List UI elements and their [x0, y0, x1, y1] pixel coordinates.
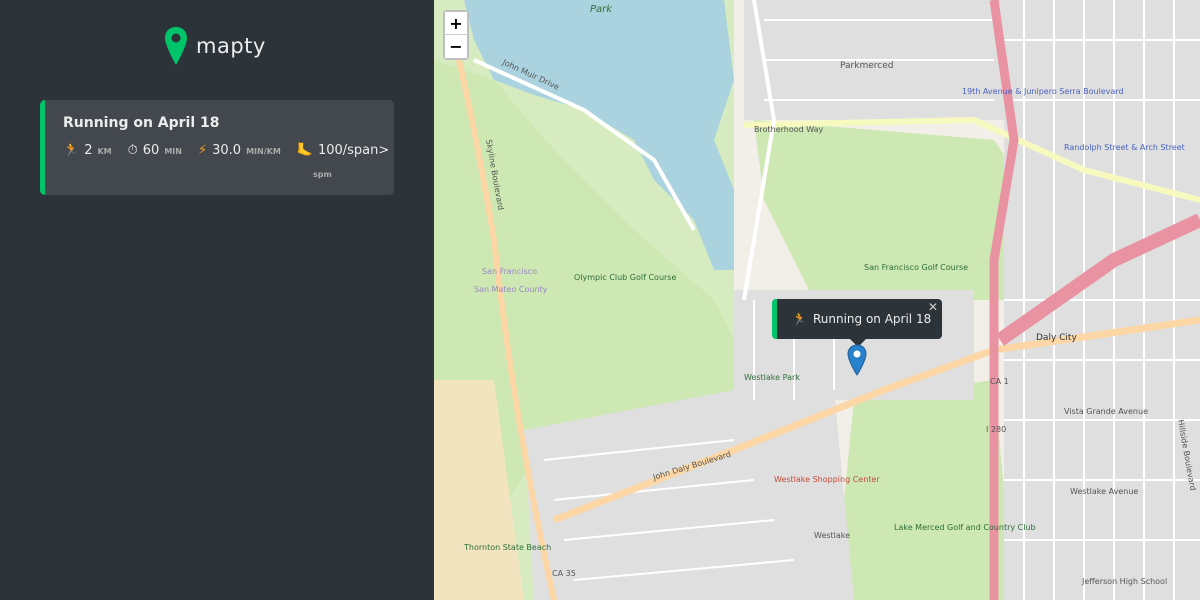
logo: mapty — [164, 26, 266, 66]
workout-details: 🏃 2 km ⏱ 60 min ⚡ 30.0 min/km 🦶 100/span… — [63, 143, 389, 158]
label-vista-grande: Vista Grande Avenue — [1064, 407, 1148, 416]
pace-value: 30.0 — [212, 143, 242, 158]
label-i280: I 280 — [986, 425, 1006, 434]
label-sf-golf: San Francisco Golf Course — [864, 263, 968, 272]
label-san-mateo: San Mateo County — [474, 285, 548, 294]
runner-icon: 🏃 — [63, 143, 80, 158]
map-pin-logo-icon — [165, 27, 187, 65]
distance-value: 2 — [84, 143, 93, 158]
label-westlake-park: Westlake Park — [744, 373, 800, 382]
label-ca35: CA 35 — [552, 569, 576, 578]
label-jefferson: Jefferson High School — [1081, 577, 1167, 586]
distance-detail: 🏃 2 km — [63, 143, 112, 158]
map-marker-icon[interactable] — [847, 344, 867, 380]
workout-popup[interactable]: 🏃 Running on April 18 ✕ — [772, 299, 942, 339]
label-olympic: Olympic Club Golf Course — [574, 273, 676, 282]
label-westlake-shopping: Westlake Shopping Center — [774, 475, 880, 484]
popup-text: Running on April 18 — [812, 312, 932, 326]
label-thornton: Thornton State Beach — [463, 543, 551, 552]
lightning-icon: ⚡ — [197, 143, 208, 158]
sidebar: mapty Running on April 18 🏃 2 km ⏱ 60 mi… — [0, 0, 434, 600]
label-parkmerced: Parkmerced — [840, 61, 893, 71]
label-sf-county: San Francisco — [482, 267, 537, 276]
duration-value: 60 — [142, 143, 160, 158]
duration-unit: min — [164, 147, 182, 156]
pace-detail: ⚡ 30.0 min/km — [198, 143, 281, 158]
workout-card[interactable]: Running on April 18 🏃 2 km ⏱ 60 min ⚡ 30… — [40, 100, 394, 195]
distance-unit: km — [97, 147, 112, 156]
lake-merced-golf-area — [834, 380, 1014, 600]
label-brotherhood: Brotherhood Way — [754, 125, 824, 134]
label-park: Park — [590, 4, 613, 15]
cadence-detail: 🦶 100/span> — [297, 143, 390, 158]
duration-detail: ⏱ 60 min — [128, 143, 182, 158]
runner-icon: 🏃 — [792, 312, 807, 326]
label-lake-merced-golf: Lake Merced Golf and Country Club — [894, 523, 1036, 532]
zoom-in-button[interactable]: + — [445, 12, 467, 35]
logo-text: mapty — [196, 34, 266, 58]
label-19th-avenue: 19th Avenue & Junipero Serra Boulevard — [962, 87, 1124, 96]
label-westlake-ave: Westlake Avenue — [1070, 487, 1138, 496]
cadence-unit: spm — [313, 170, 332, 179]
workout-title: Running on April 18 — [63, 115, 220, 131]
zoom-control: + − — [443, 10, 469, 60]
label-daly-city: Daly City — [1036, 333, 1077, 343]
label-ca1: CA 1 — [990, 377, 1009, 386]
zoom-out-button[interactable]: − — [445, 35, 467, 58]
label-westlake: Westlake — [814, 531, 850, 540]
label-randolph: Randolph Street & Arch Street — [1064, 143, 1185, 152]
stopwatch-icon: ⏱ — [127, 143, 138, 158]
pace-unit: min/km — [246, 147, 281, 156]
cadence-value: 100/span> — [317, 143, 390, 158]
footprint-icon: 🦶 — [296, 143, 313, 158]
close-icon[interactable]: ✕ — [928, 300, 938, 314]
